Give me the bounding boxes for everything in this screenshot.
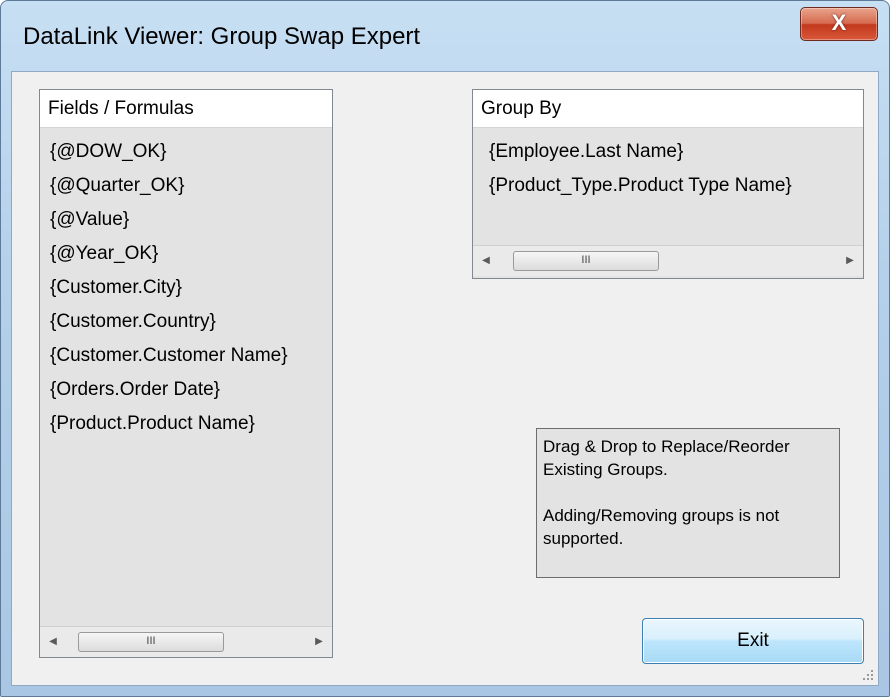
- dialog-client-area: Fields / Formulas {@DOW_OK} {@Quarter_OK…: [11, 71, 879, 686]
- fields-formulas-list[interactable]: Fields / Formulas {@DOW_OK} {@Quarter_OK…: [39, 89, 333, 658]
- field-item[interactable]: {Customer.Customer Name}: [50, 339, 288, 373]
- fields-list: {@DOW_OK} {@Quarter_OK} {@Value} {@Year_…: [50, 135, 288, 441]
- field-item[interactable]: {Customer.City}: [50, 271, 288, 305]
- instructions-box: Drag & Drop to Replace/Reorder Existing …: [536, 428, 840, 578]
- instructions-drag-drop: Drag & Drop to Replace/Reorder Existing …: [543, 437, 790, 479]
- fields-formulas-header: Fields / Formulas: [40, 90, 332, 128]
- group-by-header: Group By: [473, 90, 863, 128]
- field-item[interactable]: {Orders.Order Date}: [50, 373, 288, 407]
- field-item[interactable]: {Customer.Country}: [50, 305, 288, 339]
- window-title: DataLink Viewer: Group Swap Expert: [23, 23, 421, 50]
- arrow-left-icon[interactable]: ◀: [40, 627, 66, 657]
- instructions-not-supported: Adding/Removing groups is not supported.: [543, 506, 780, 548]
- arrow-right-icon[interactable]: ▶: [837, 246, 863, 276]
- field-item[interactable]: {Product.Product Name}: [50, 407, 288, 441]
- group-scroll-thumb[interactable]: III: [513, 251, 659, 271]
- close-button[interactable]: X: [800, 7, 878, 41]
- fields-scroll-thumb[interactable]: III: [78, 632, 224, 652]
- field-item[interactable]: {@DOW_OK}: [50, 135, 288, 169]
- field-item[interactable]: {@Quarter_OK}: [50, 169, 288, 203]
- group-item[interactable]: {Employee.Last Name}: [489, 135, 792, 169]
- field-item[interactable]: {@Year_OK}: [50, 237, 288, 271]
- resize-grip-icon[interactable]: [860, 667, 874, 681]
- fields-horizontal-scrollbar[interactable]: ◀ III ▶: [40, 626, 332, 657]
- arrow-right-icon[interactable]: ▶: [306, 627, 332, 657]
- exit-button[interactable]: Exit: [642, 618, 864, 664]
- arrow-left-icon[interactable]: ◀: [473, 246, 499, 276]
- field-item[interactable]: {@Value}: [50, 203, 288, 237]
- group-by-list[interactable]: Group By {Employee.Last Name} {Product_T…: [472, 89, 864, 279]
- close-icon: X: [831, 10, 847, 35]
- group-list: {Employee.Last Name} {Product_Type.Produ…: [489, 135, 792, 203]
- group-horizontal-scrollbar[interactable]: ◀ III ▶: [473, 245, 863, 276]
- title-bar[interactable]: DataLink Viewer: Group Swap Expert X: [1, 1, 889, 71]
- dialog-window: DataLink Viewer: Group Swap Expert X Fie…: [0, 0, 890, 697]
- group-item[interactable]: {Product_Type.Product Type Name}: [489, 169, 792, 203]
